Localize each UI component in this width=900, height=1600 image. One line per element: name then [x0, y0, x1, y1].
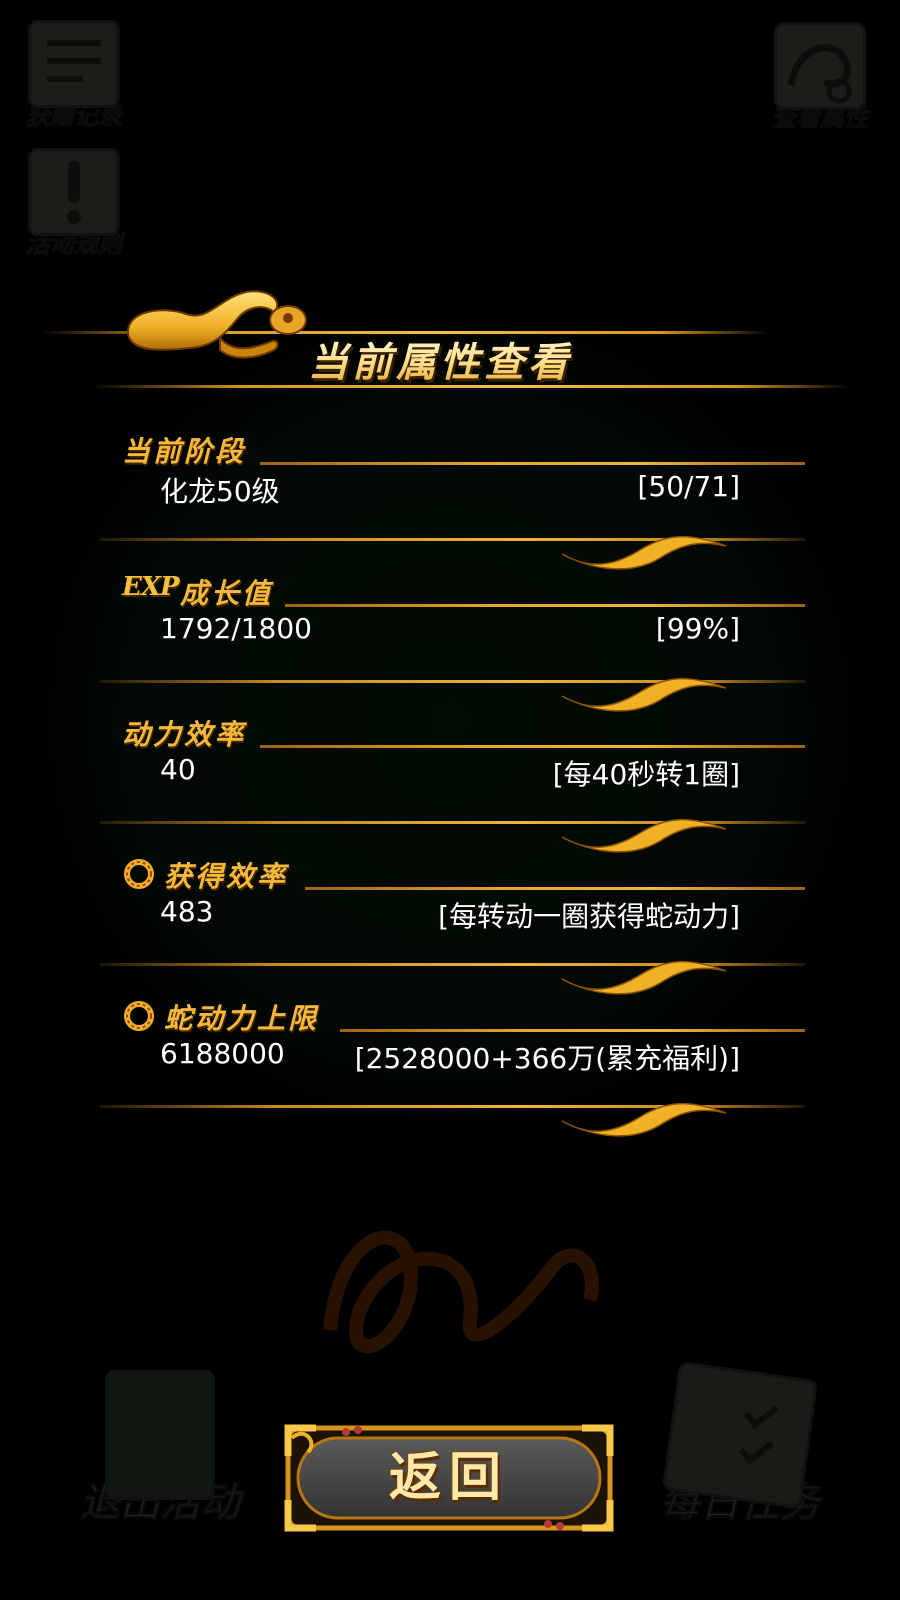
section-title: 动力效率 [122, 718, 247, 751]
section-detail: [每转动一圈获得蛇动力] [438, 900, 740, 933]
section-detail: [每40秒转1圈] [552, 758, 740, 791]
golden-wave-icon [561, 678, 727, 712]
attributes-panel: 当前属性查看 当前阶段 化龙50级 [50/71] EXP 成长值 1792/1… [0, 0, 900, 1600]
section-detail: [2528000+366万(累充福利)] [354, 1042, 740, 1075]
exp-badge-icon: EXP [122, 572, 180, 602]
section-title-underline [260, 462, 805, 465]
ring-icon [124, 1001, 154, 1031]
ring-icon [124, 859, 154, 889]
golden-wave-icon [561, 1103, 727, 1137]
section-detail: [50/71] [637, 470, 740, 503]
section-gain-efficiency: 获得效率 483 [每转动一圈获得蛇动力] [100, 855, 805, 995]
section-title-underline [305, 887, 805, 890]
section-title: 当前阶段 [122, 435, 247, 468]
section-title: 蛇动力上限 [164, 1002, 320, 1035]
back-button-label: 返回 [388, 1447, 509, 1508]
section-title: 获得效率 [164, 860, 289, 893]
section-value: 1792/1800 [160, 612, 312, 645]
section-title-underline [340, 1029, 805, 1032]
section-value: 40 [160, 753, 196, 786]
section-growth-value: EXP 成长值 1792/1800 [99%] [100, 572, 805, 712]
section-snake-power-limit: 蛇动力上限 6188000 [2528000+366万(累充福利)] [100, 997, 805, 1137]
section-title: 成长值 [180, 577, 274, 610]
section-value: 6188000 [160, 1037, 285, 1070]
golden-wave-icon [561, 961, 727, 995]
panel-title: 当前属性查看 [308, 330, 572, 388]
section-power-efficiency: 动力效率 40 [每40秒转1圈] [100, 713, 805, 853]
section-title-underline [285, 604, 805, 607]
golden-wave-icon [561, 819, 727, 853]
section-value: 化龙50级 [160, 475, 280, 508]
section-value: 483 [160, 895, 214, 928]
golden-wave-icon [561, 536, 727, 570]
section-detail: [99%] [655, 612, 740, 645]
back-button[interactable]: 返回 [284, 1422, 614, 1534]
section-title-underline [260, 745, 805, 748]
section-current-stage: 当前阶段 化龙50级 [50/71] [100, 430, 805, 570]
golden-snake-emblem-icon [126, 290, 307, 359]
